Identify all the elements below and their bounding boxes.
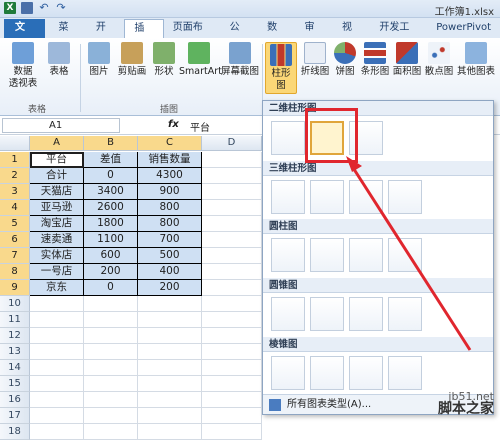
table-cell[interactable] <box>30 424 84 440</box>
watermark: jb51.net 脚本之家 <box>438 390 494 416</box>
table-cell[interactable] <box>138 424 202 440</box>
watermark-name: 脚本之家 <box>438 401 494 417</box>
row-header[interactable]: 18 <box>0 424 30 440</box>
table-cell[interactable] <box>202 424 262 440</box>
table-cell[interactable] <box>84 424 138 440</box>
annotation-arrow-icon <box>346 156 472 351</box>
